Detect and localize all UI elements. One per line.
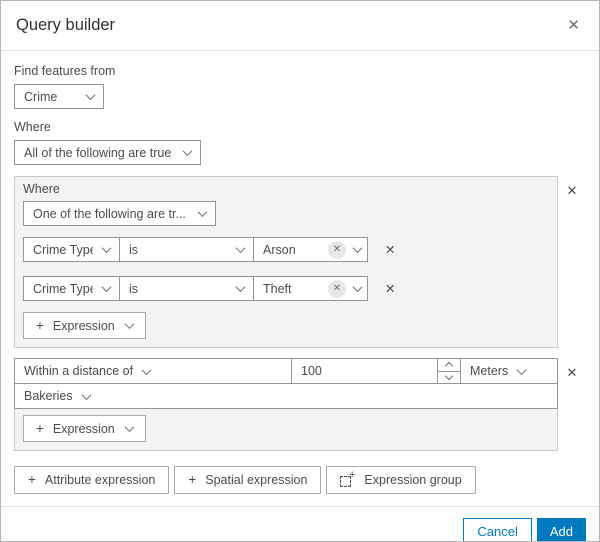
operator-select[interactable]: is <box>119 276 254 301</box>
clear-value-icon[interactable]: ✕ <box>328 240 346 259</box>
chevron-down-icon <box>81 389 92 400</box>
stepper-down-icon[interactable] <box>438 371 460 383</box>
plus-icon: + <box>36 420 44 436</box>
combine-select-value: All of the following are true <box>24 145 172 160</box>
expression-group-1-box: Where One of the following are tr... Cri… <box>14 176 558 348</box>
remove-condition-icon[interactable]: ✕ <box>379 277 401 300</box>
plus-icon: + <box>36 317 44 333</box>
where-label: Where <box>14 120 51 134</box>
spatial-condition-row: Within a distance of 100 Meters <box>14 358 558 384</box>
operator-select-value: is <box>129 281 139 296</box>
field-select-value: Crime Type <box>33 281 93 296</box>
chevron-down-icon <box>182 146 193 157</box>
target-layer-select[interactable]: Bakeries <box>14 383 558 409</box>
condition-row: Crime Type is Arson ✕ ✕ <box>23 237 549 262</box>
value-select[interactable]: Theft ✕ <box>253 276 368 301</box>
dialog-body: Find features from Crime Where All of th… <box>1 51 599 494</box>
plus-icon: + <box>188 472 197 488</box>
add-expression-actions: + Attribute expression + Spatial express… <box>14 466 586 494</box>
layer-select-value: Crime <box>24 89 58 104</box>
unit-select[interactable]: Meters <box>460 358 558 384</box>
group1-combine-select[interactable]: One of the following are tr... <box>23 201 216 226</box>
expression-group-2-box: Within a distance of 100 Meters Bakeries… <box>14 358 558 451</box>
field-select[interactable]: Crime Type <box>23 237 120 262</box>
distance-value: 100 <box>301 364 322 378</box>
expression-group-icon: + <box>340 470 355 487</box>
chevron-down-icon <box>124 422 135 433</box>
remove-group-icon[interactable]: ✕ <box>558 178 586 204</box>
group1-where-label: Where <box>23 182 60 196</box>
expression-group-label: Expression group <box>364 473 462 487</box>
chevron-down-icon <box>235 243 246 254</box>
chevron-down-icon <box>516 364 527 375</box>
spatial-operator-select[interactable]: Within a distance of <box>14 358 292 384</box>
attribute-expression-label: Attribute expression <box>44 473 156 487</box>
value-select-value: Theft <box>263 281 292 296</box>
layer-select[interactable]: Crime <box>14 84 104 109</box>
chevron-down-icon <box>352 243 363 254</box>
chevron-down-icon <box>85 90 96 101</box>
add-button[interactable]: Add <box>536 518 586 541</box>
find-features-label: Find features from <box>14 64 116 78</box>
combine-select[interactable]: All of the following are true <box>14 140 201 165</box>
query-builder-dialog: Query builder ✕ Find features from Crime… <box>0 0 600 542</box>
add-spatial-expression-button[interactable]: + Spatial expression <box>174 466 322 494</box>
clear-value-icon[interactable]: ✕ <box>328 279 346 298</box>
operator-select[interactable]: is <box>119 237 254 262</box>
distance-input[interactable]: 100 <box>291 358 461 384</box>
chevron-down-icon <box>197 207 208 218</box>
add-expression-group-button[interactable]: + Expression group <box>326 466 476 494</box>
expression-group-1: Where One of the following are tr... Cri… <box>14 176 586 348</box>
dialog-footer: Cancel Add <box>1 506 599 541</box>
dialog-header: Query builder ✕ <box>1 1 599 51</box>
stepper-up-icon[interactable] <box>438 359 460 372</box>
add-expression-label: Expression <box>52 318 115 333</box>
add-attribute-expression-button[interactable]: + Attribute expression <box>14 466 170 494</box>
chevron-down-icon <box>235 282 246 293</box>
chevron-down-icon <box>352 282 363 293</box>
target-layer-value: Bakeries <box>24 389 73 403</box>
target-layer-row: Bakeries <box>14 383 558 409</box>
chevron-down-icon <box>101 243 112 254</box>
value-select[interactable]: Arson ✕ <box>253 237 368 262</box>
operator-select-value: is <box>129 242 139 257</box>
add-expression-button[interactable]: + Expression <box>23 312 146 339</box>
add-expression-button[interactable]: + Expression <box>23 415 146 442</box>
chevron-down-icon <box>141 364 152 375</box>
spatial-operator-value: Within a distance of <box>24 364 134 378</box>
spatial-expression-label: Spatial expression <box>205 473 308 487</box>
group2-footer-strip: + Expression <box>15 409 557 450</box>
field-select[interactable]: Crime Type <box>23 276 120 301</box>
add-expression-label: Expression <box>52 421 115 436</box>
chevron-down-icon <box>101 282 112 293</box>
unit-select-value: Meters <box>470 364 509 378</box>
plus-icon: + <box>28 472 36 488</box>
field-select-value: Crime Type <box>33 242 93 257</box>
cancel-button[interactable]: Cancel <box>463 518 532 541</box>
close-icon[interactable]: ✕ <box>563 14 584 37</box>
remove-condition-icon[interactable]: ✕ <box>379 238 401 261</box>
condition-row: Crime Type is Theft ✕ ✕ <box>23 276 549 301</box>
dialog-title: Query builder <box>16 16 116 34</box>
chevron-down-icon <box>124 319 135 330</box>
remove-group-icon[interactable]: ✕ <box>558 360 586 386</box>
expression-group-2: Within a distance of 100 Meters Bakeries… <box>14 358 586 451</box>
value-select-value: Arson <box>263 242 296 257</box>
group1-combine-select-value: One of the following are tr... <box>33 206 186 221</box>
distance-stepper <box>437 359 460 383</box>
